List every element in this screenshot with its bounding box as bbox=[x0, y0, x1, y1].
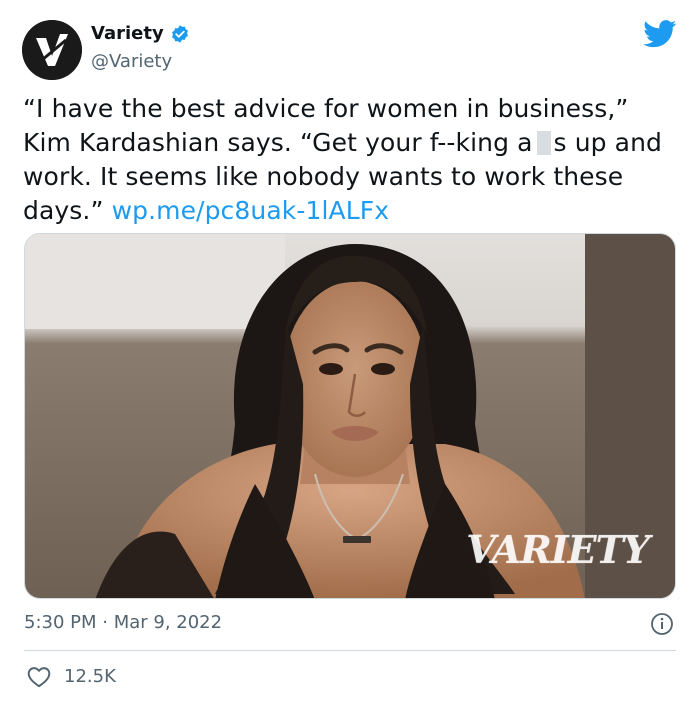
tweet-timestamp[interactable]: 5:30 PM · Mar 9, 2022 bbox=[24, 611, 222, 635]
tweet-text: “I have the best advice for women in bus… bbox=[23, 92, 683, 228]
tweet-link[interactable]: wp.me/pc8uak-1lALFx bbox=[112, 196, 390, 225]
avatar[interactable] bbox=[22, 20, 82, 80]
info-icon[interactable] bbox=[650, 612, 674, 636]
tweet-media-image[interactable]: VARIETY bbox=[24, 233, 676, 599]
censor-block bbox=[536, 131, 551, 155]
like-action[interactable]: 12.5K bbox=[26, 664, 116, 690]
author-display-name[interactable]: Variety bbox=[91, 22, 164, 46]
verified-badge-icon bbox=[171, 25, 188, 43]
variety-watermark: VARIETY bbox=[466, 527, 650, 572]
divider bbox=[24, 650, 676, 651]
author-name-row[interactable]: Variety bbox=[91, 22, 190, 46]
twitter-bird-icon[interactable] bbox=[643, 20, 677, 48]
variety-logo-icon bbox=[22, 20, 82, 80]
heart-icon[interactable] bbox=[26, 664, 52, 690]
author-handle[interactable]: @Variety bbox=[91, 50, 172, 74]
like-count: 12.5K bbox=[64, 666, 116, 687]
